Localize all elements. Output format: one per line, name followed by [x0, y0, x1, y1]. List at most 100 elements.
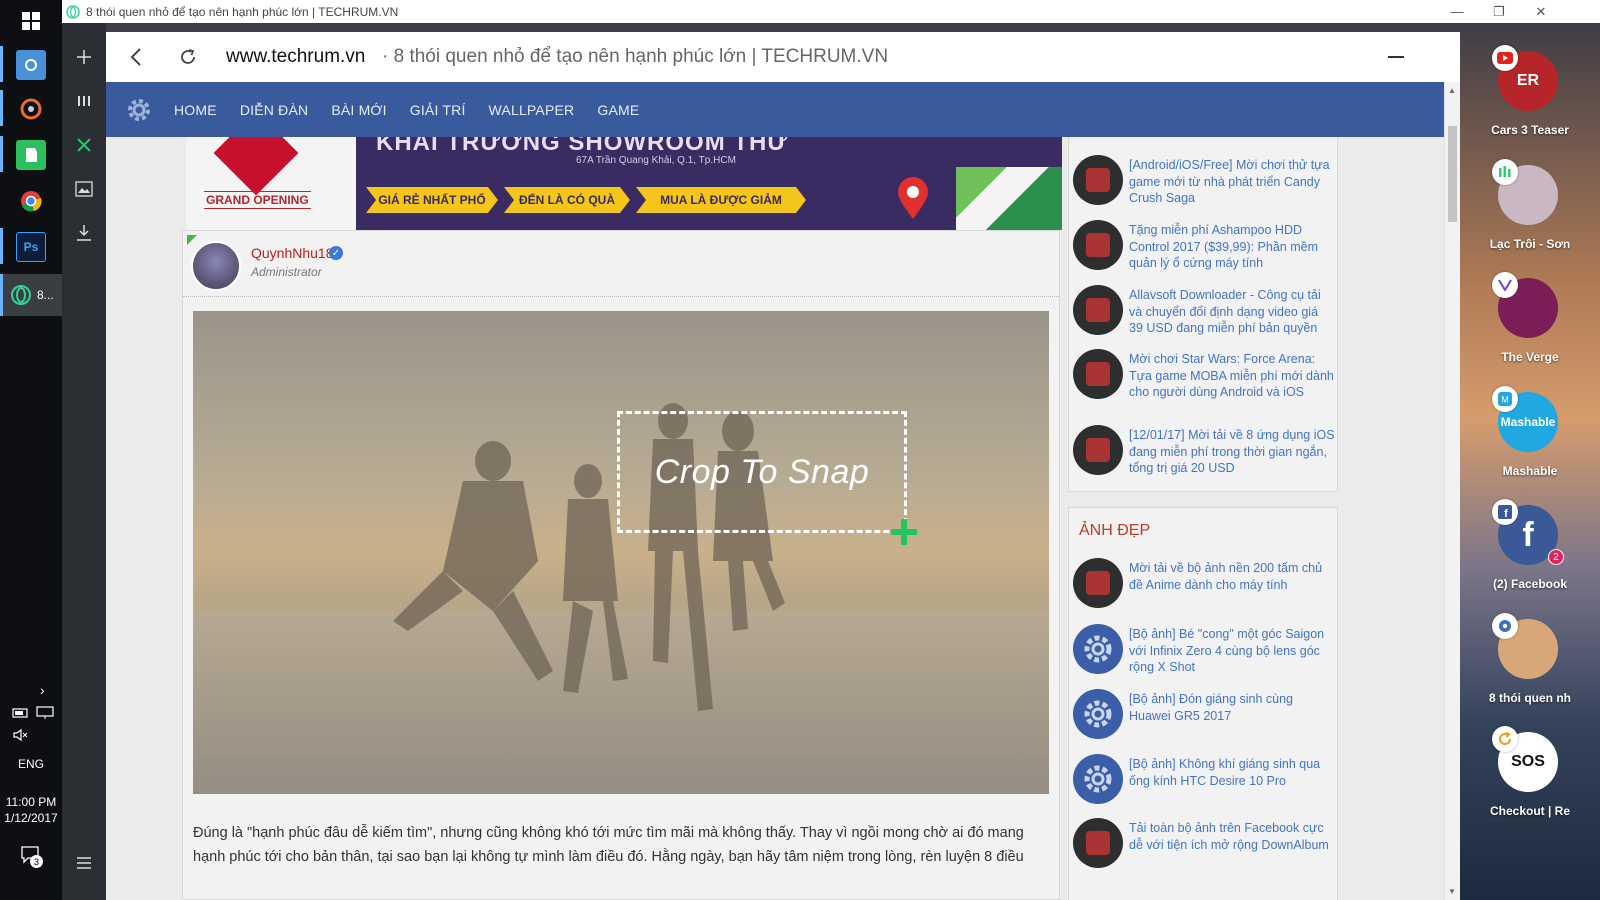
crop-cursor-plus-icon[interactable]: [889, 517, 919, 547]
rail-tab[interactable]: f f 2 (2) Facebook: [1460, 499, 1600, 605]
volume-muted-icon[interactable]: [12, 728, 30, 747]
rail-tab[interactable]: Mashable M Mashable: [1460, 385, 1600, 492]
clock-date[interactable]: 1/12/2017: [0, 811, 62, 825]
cortana-icon[interactable]: [16, 50, 46, 80]
windows-start-icon[interactable]: [16, 6, 46, 36]
action-center-icon[interactable]: 3: [20, 845, 43, 870]
sidebar-post-title[interactable]: [Bộ ảnh] Bé "cong" một góc Saigon với In…: [1129, 626, 1335, 676]
rail-tab[interactable]: SOS Checkout | Re: [1460, 726, 1600, 832]
chrome-icon[interactable]: [16, 186, 46, 216]
refresh-icon: [1492, 726, 1518, 752]
evernote-icon[interactable]: [16, 140, 46, 170]
online-indicator: [187, 235, 197, 245]
menu-icon[interactable]: [62, 845, 106, 881]
crop-selection-box[interactable]: Crop To Snap: [617, 411, 907, 533]
window-titlebar: 8 thói quen nhỏ để tạo nên hạnh phúc lớn…: [62, 0, 1600, 23]
minimize-panel-button[interactable]: [1388, 56, 1404, 58]
sidebar-post-title[interactable]: Mời tải về bộ ảnh nền 200 tấm chủ đề Ani…: [1129, 560, 1335, 608]
sidebar-post-title[interactable]: Tải toàn bộ ảnh trên Facebook cực dễ với…: [1129, 820, 1335, 868]
banner-chevron: ĐẾN LÀ CÓ QUÀ: [504, 187, 630, 213]
scroll-up-arrow-icon[interactable]: ▲: [1448, 86, 1456, 95]
gallery-icon[interactable]: [62, 171, 106, 207]
snap-close-icon[interactable]: [62, 127, 106, 163]
rail-tab[interactable]: Lạc Trôi - Sơn: [1460, 158, 1600, 265]
windows-taskbar: Ps 8... › ENG 11:00 PM 1/12/2017 3: [0, 0, 62, 900]
sidebar-post-title[interactable]: [Bộ ảnh] Đón giáng sinh cùng Huawei GR5 …: [1129, 691, 1335, 739]
sidebar-post-title[interactable]: Mời chơi Star Wars: Force Arena: Tựa gam…: [1129, 351, 1335, 401]
post-card: QuynhNhu18 ✓ Administrator Crop To Snap: [182, 230, 1060, 900]
sidebar-post-item[interactable]: Tải toàn bộ ảnh trên Facebook cực dễ với…: [1073, 818, 1335, 868]
facebook-icon: f: [1492, 499, 1518, 525]
new-tab-icon[interactable]: [62, 39, 106, 75]
sidebar-post-item[interactable]: [Bộ ảnh] Không khí giáng sinh qua ống kí…: [1073, 754, 1335, 804]
rail-tab[interactable]: The Verge: [1460, 272, 1600, 378]
author-name[interactable]: QuynhNhu18: [251, 245, 334, 261]
rail-tab-label: 8 thói quen nh: [1489, 690, 1571, 705]
sidebar-post-item[interactable]: Tặng miễn phí Ashampoo HDD Control 2017 …: [1073, 220, 1335, 272]
gear-thumbnail-icon: [1073, 624, 1123, 674]
sidebar-post-item[interactable]: Mời chơi Star Wars: Force Arena: Tựa gam…: [1073, 349, 1335, 401]
site-logo-gear-icon[interactable]: [124, 95, 154, 125]
sidebar-post-title[interactable]: [12/01/17] Mời tải về 8 ứng dụng iOS đan…: [1129, 427, 1335, 477]
page-scrollbar[interactable]: ▲ ▼: [1444, 82, 1460, 900]
music-icon: [1492, 158, 1518, 185]
network-icon[interactable]: [36, 706, 54, 725]
notification-count-badge: 3: [30, 855, 43, 868]
input-language[interactable]: ENG: [0, 757, 62, 771]
sidebar-post-item[interactable]: Allavsoft Downloader - Công cụ tải và ch…: [1073, 285, 1335, 337]
sidebar-post-item[interactable]: Mời tải về bộ ảnh nền 200 tấm chủ đề Ani…: [1073, 558, 1335, 608]
post-thumbnail: [1073, 425, 1123, 475]
show-hidden-icons-chevron-icon[interactable]: ›: [40, 682, 45, 698]
verge-icon: [1492, 272, 1518, 298]
url-page-title[interactable]: · 8 thói quen nhỏ để tạo nên hạnh phúc l…: [382, 46, 888, 68]
svg-text:f: f: [1504, 508, 1508, 519]
author-role: Administrator: [251, 265, 322, 279]
back-icon[interactable]: [130, 47, 142, 72]
nav-entertainment[interactable]: GIẢI TRÍ: [410, 102, 466, 118]
download-icon[interactable]: [62, 215, 106, 251]
post-thumbnail: [1073, 818, 1123, 868]
sidebar-post-item[interactable]: [Android/iOS/Free] Mời chơi thử tựa game…: [1073, 155, 1335, 207]
site-navbar: HOME DIỄN ĐÀN BÀI MỚI GIẢI TRÍ WALLPAPER…: [106, 82, 1444, 137]
ad-banner[interactable]: GRAND OPENING KHAI TRƯƠNG SHOWROOM THỨ 6…: [186, 137, 1062, 230]
taskbar-active-app[interactable]: 8...: [0, 274, 62, 316]
nav-new-posts[interactable]: BÀI MỚI: [331, 102, 386, 118]
scrollbar-thumb[interactable]: [1448, 126, 1457, 222]
url-host[interactable]: www.techrum.vn: [226, 46, 365, 68]
sidebar-post-title[interactable]: Tặng miễn phí Ashampoo HDD Control 2017 …: [1129, 222, 1335, 272]
window-title: 8 thói quen nhỏ để tạo nên hạnh phúc lớn…: [86, 4, 399, 19]
maximize-button[interactable]: ❐: [1478, 0, 1520, 23]
banner-logo: [213, 137, 299, 196]
battery-icon[interactable]: [12, 706, 30, 724]
post-thumbnail: [1073, 155, 1123, 205]
rail-tab-thumbnail-text: ER: [1516, 72, 1540, 89]
close-button[interactable]: ✕: [1520, 0, 1562, 23]
nav-forum[interactable]: DIỄN ĐÀN: [240, 102, 309, 118]
taskbar-active-indicator: [0, 228, 3, 264]
sidebar-post-title[interactable]: Allavsoft Downloader - Công cụ tải và ch…: [1129, 287, 1335, 337]
notification-badge: 2: [1548, 549, 1564, 565]
nav-game[interactable]: GAME: [597, 102, 639, 118]
sidebar-post-item[interactable]: [Bộ ảnh] Đón giáng sinh cùng Huawei GR5 …: [1073, 689, 1335, 739]
sidebar-post-item[interactable]: [12/01/17] Mời tải về 8 ứng dụng iOS đan…: [1073, 425, 1335, 477]
avatar[interactable]: [191, 241, 241, 291]
sidebar-post-title[interactable]: [Android/iOS/Free] Mời chơi thử tựa game…: [1129, 157, 1335, 207]
cinema-icon[interactable]: [16, 94, 46, 124]
address-bar: www.techrum.vn · 8 thói quen nhỏ để tạo …: [106, 32, 1460, 82]
rail-tab[interactable]: 8 thói quen nh: [1460, 612, 1600, 719]
photoshop-icon[interactable]: Ps: [16, 232, 46, 262]
nav-home[interactable]: HOME: [174, 102, 217, 118]
sidebar-post-item[interactable]: [Bộ ảnh] Bé "cong" một góc Saigon với In…: [1073, 624, 1335, 676]
minimize-button[interactable]: —: [1436, 0, 1478, 23]
nav-wallpaper[interactable]: WALLPAPER: [489, 102, 575, 118]
sidebar-post-title[interactable]: [Bộ ảnh] Không khí giáng sinh qua ống kí…: [1129, 756, 1335, 804]
reload-icon[interactable]: [178, 47, 198, 72]
banner-map-graphic: [956, 167, 1062, 230]
rail-tab-label: Lạc Trôi - Sơn: [1489, 236, 1571, 251]
sidebar-heading: ẢNH ĐẸP: [1079, 522, 1151, 539]
player-icon[interactable]: [62, 83, 106, 119]
rail-tab[interactable]: ER Cars 3 Teaser: [1460, 45, 1600, 151]
clock-time[interactable]: 11:00 PM: [0, 795, 62, 809]
taskbar-active-indicator: [0, 46, 3, 82]
scroll-down-arrow-icon[interactable]: ▼: [1448, 887, 1456, 896]
